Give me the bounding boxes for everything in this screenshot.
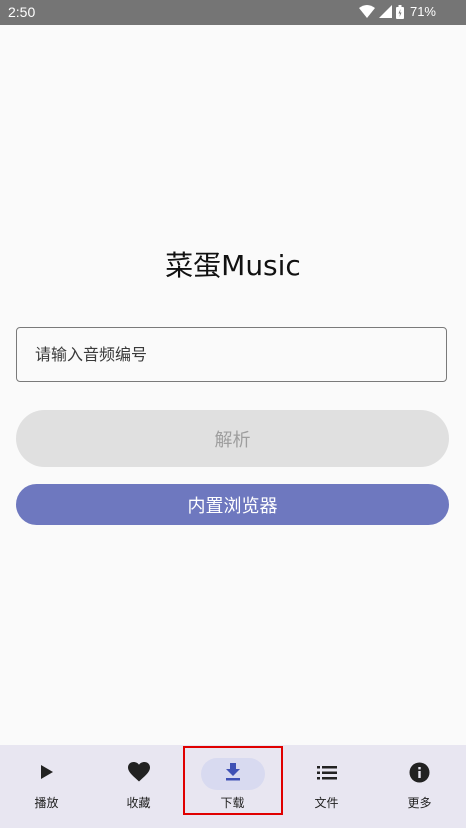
bottom-navigation: 播放 收藏 下载 文件 更多 bbox=[0, 745, 466, 828]
nav-icon-container bbox=[15, 758, 79, 790]
nav-icon-container bbox=[295, 758, 359, 790]
nav-item-play[interactable]: 播放 bbox=[0, 745, 93, 828]
info-icon bbox=[409, 762, 430, 787]
wifi-icon bbox=[358, 5, 375, 18]
battery-percentage: 71% bbox=[409, 4, 436, 19]
parse-button[interactable]: 解析 bbox=[16, 410, 449, 467]
audio-id-field[interactable] bbox=[16, 327, 447, 382]
nav-label-download: 下载 bbox=[220, 796, 245, 810]
nav-label-more: 更多 bbox=[407, 796, 432, 810]
play-icon bbox=[40, 764, 54, 784]
nav-label-favorites: 收藏 bbox=[126, 796, 151, 810]
list-icon bbox=[316, 765, 337, 784]
nav-item-more[interactable]: 更多 bbox=[373, 745, 466, 828]
nav-item-files[interactable]: 文件 bbox=[280, 745, 373, 828]
battery-icon bbox=[395, 4, 404, 19]
builtin-browser-button[interactable]: 内置浏览器 bbox=[16, 484, 449, 525]
status-bar: 2:50 71% bbox=[0, 0, 466, 25]
nav-icon-container bbox=[107, 758, 171, 790]
nav-icon-container bbox=[388, 758, 452, 790]
status-icons: 71% bbox=[358, 4, 436, 19]
nav-label-files: 文件 bbox=[314, 796, 339, 810]
nav-label-play: 播放 bbox=[34, 796, 59, 810]
status-time: 2:50 bbox=[8, 4, 36, 20]
app-title: 菜蛋Music bbox=[165, 249, 301, 282]
selected-indicator bbox=[200, 758, 265, 790]
heart-icon bbox=[127, 762, 150, 786]
audio-id-input[interactable] bbox=[17, 328, 446, 381]
download-icon bbox=[225, 763, 241, 785]
nav-item-download[interactable]: 下载 bbox=[186, 745, 279, 828]
signal-icon bbox=[378, 5, 392, 18]
nav-item-favorites[interactable]: 收藏 bbox=[92, 745, 185, 828]
